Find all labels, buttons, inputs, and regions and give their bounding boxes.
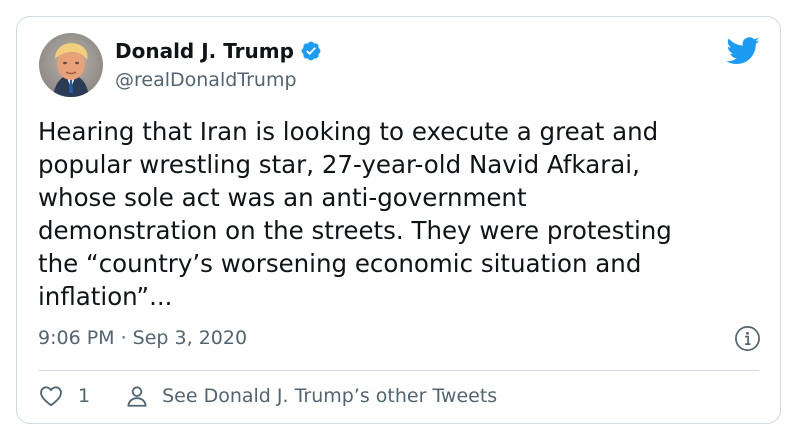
divider — [38, 370, 759, 371]
person-icon — [127, 386, 147, 407]
author-handle[interactable]: @realDonaldTrump — [115, 69, 297, 91]
like-button[interactable]: 1 — [38, 383, 90, 409]
other-tweets-label: See Donald J. Trump’s other Tweets — [162, 385, 498, 407]
twitter-bird-icon[interactable] — [726, 37, 760, 65]
avatar-image — [39, 33, 103, 97]
author-name-row: Donald J. Trump — [115, 39, 322, 63]
tweet-actions: 1 See Donald J. Trump’s other Tweets — [38, 383, 497, 409]
tweet-card: Donald J. Trump @realDonaldTrump Hearing… — [16, 16, 781, 424]
tweet-timestamp[interactable]: 9:06 PM · Sep 3, 2020 — [38, 327, 247, 349]
tweet-text: Hearing that Iran is looking to execute … — [38, 117, 672, 311]
heart-icon — [40, 386, 62, 407]
verified-badge-icon — [301, 41, 321, 61]
like-count: 1 — [78, 385, 91, 407]
other-tweets-link[interactable]: See Donald J. Trump’s other Tweets — [124, 383, 497, 409]
avatar[interactable] — [39, 33, 103, 97]
info-icon[interactable] — [734, 325, 761, 352]
author-display-name[interactable]: Donald J. Trump — [115, 39, 294, 63]
